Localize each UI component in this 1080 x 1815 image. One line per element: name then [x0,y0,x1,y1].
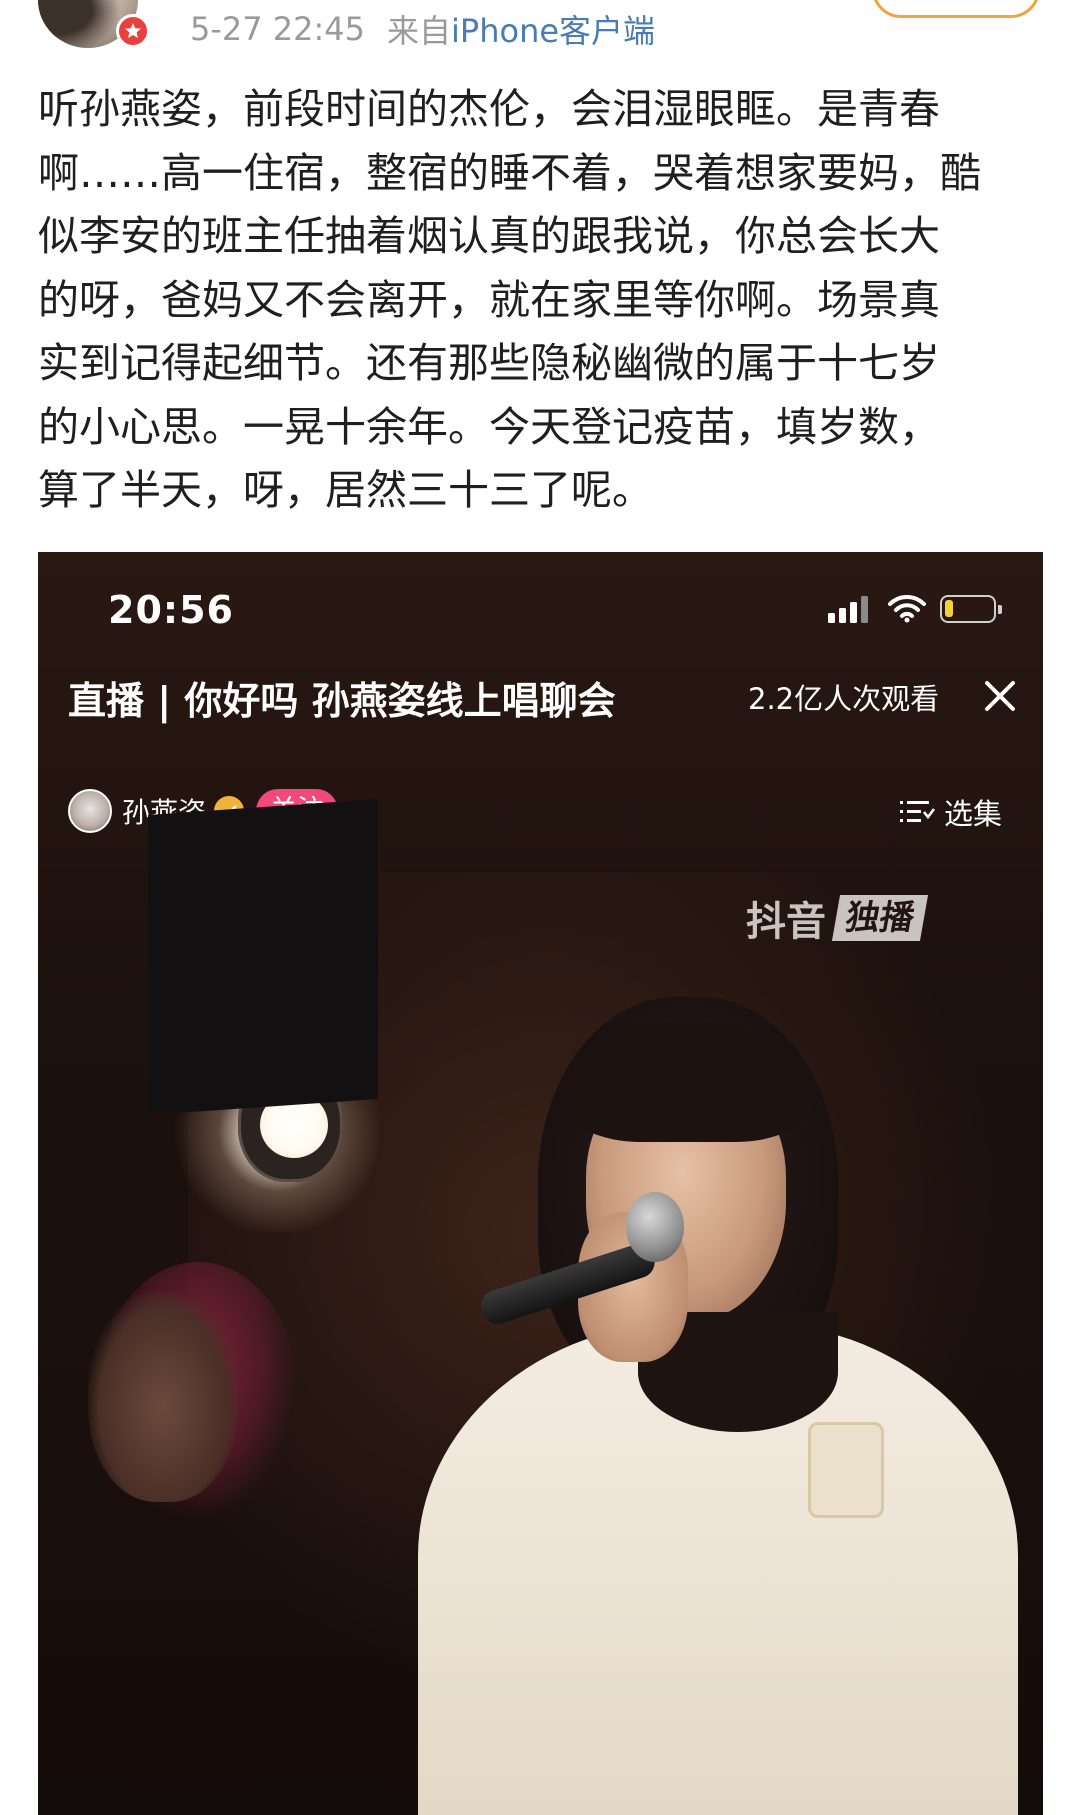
battery-tip [998,605,1002,614]
singer-bangs [568,1022,808,1142]
host-avatar[interactable] [68,789,112,833]
episodes-label: 选集 [944,797,1003,831]
verified-badge-icon [116,14,150,48]
episodes-button[interactable]: 选集 [900,792,1002,832]
post-text-line: 似李安的班主任抽着烟认真的跟我说，你总会长大 [38,212,940,260]
post-body: 听孙燕姿，前段时间的杰伦，会泪湿眼眶。是青春 啊……高一住宿，整宿的睡不着，哭着… [38,78,1048,523]
source-prefix: 来自 [387,12,452,50]
watermark-brand: 抖音 [746,899,826,945]
post-time: 5-27 22:45 [190,10,366,48]
music-stand [148,798,378,1116]
live-title: 直播 | 你好吗 孙燕姿线上唱聊会 [68,679,616,723]
cellular-signal-icon [828,596,868,623]
wifi-icon [888,595,926,623]
close-button[interactable] [978,674,1022,718]
battery-level [945,600,953,617]
post-text-line: 算了半天，呀，居然三十三了呢。 [38,466,653,514]
post-text-line: 的呀，爸妈又不会离开，就在家里等你啊。场景真 [38,275,940,324]
follow-button[interactable] [872,0,1040,18]
douyin-watermark: 抖音 独播 [746,892,929,945]
source-link[interactable]: iPhone客户端 [451,6,655,52]
post-image[interactable]: 20:56 直播 | 你好吗 孙燕姿线上唱聊会 2.2亿人次观看 孙燕姿 选集 … [38,552,1043,1815]
battery-icon [940,595,1002,623]
background-musician [58,1262,298,1815]
post-text-line: 听孙燕姿，前段时间的杰伦，会泪湿眼眶。是青春 [38,85,940,133]
watermark-tag: 独播 [831,895,929,941]
microphone-head [626,1192,684,1262]
close-icon [985,681,1015,711]
list-icon [900,801,936,822]
post-text-line: 实到记得起细节。还有那些隐秘幽微的属于十七岁 [38,339,940,387]
jacket-badge [808,1422,884,1518]
post-text-line: 啊……高一住宿，整宿的睡不着，哭着想家要妈，酷 [38,148,981,197]
view-count: 2.2亿人次观看 [748,682,940,716]
musician-head [88,1292,238,1502]
post-meta: 5-27 22:45 来自 iPhone客户端 [190,6,655,52]
post-text-line: 的小心思。一晃十余年。今天登记疫苗，填岁数， [38,402,940,451]
status-bar-time: 20:56 [108,588,234,632]
status-icons [828,592,1002,626]
